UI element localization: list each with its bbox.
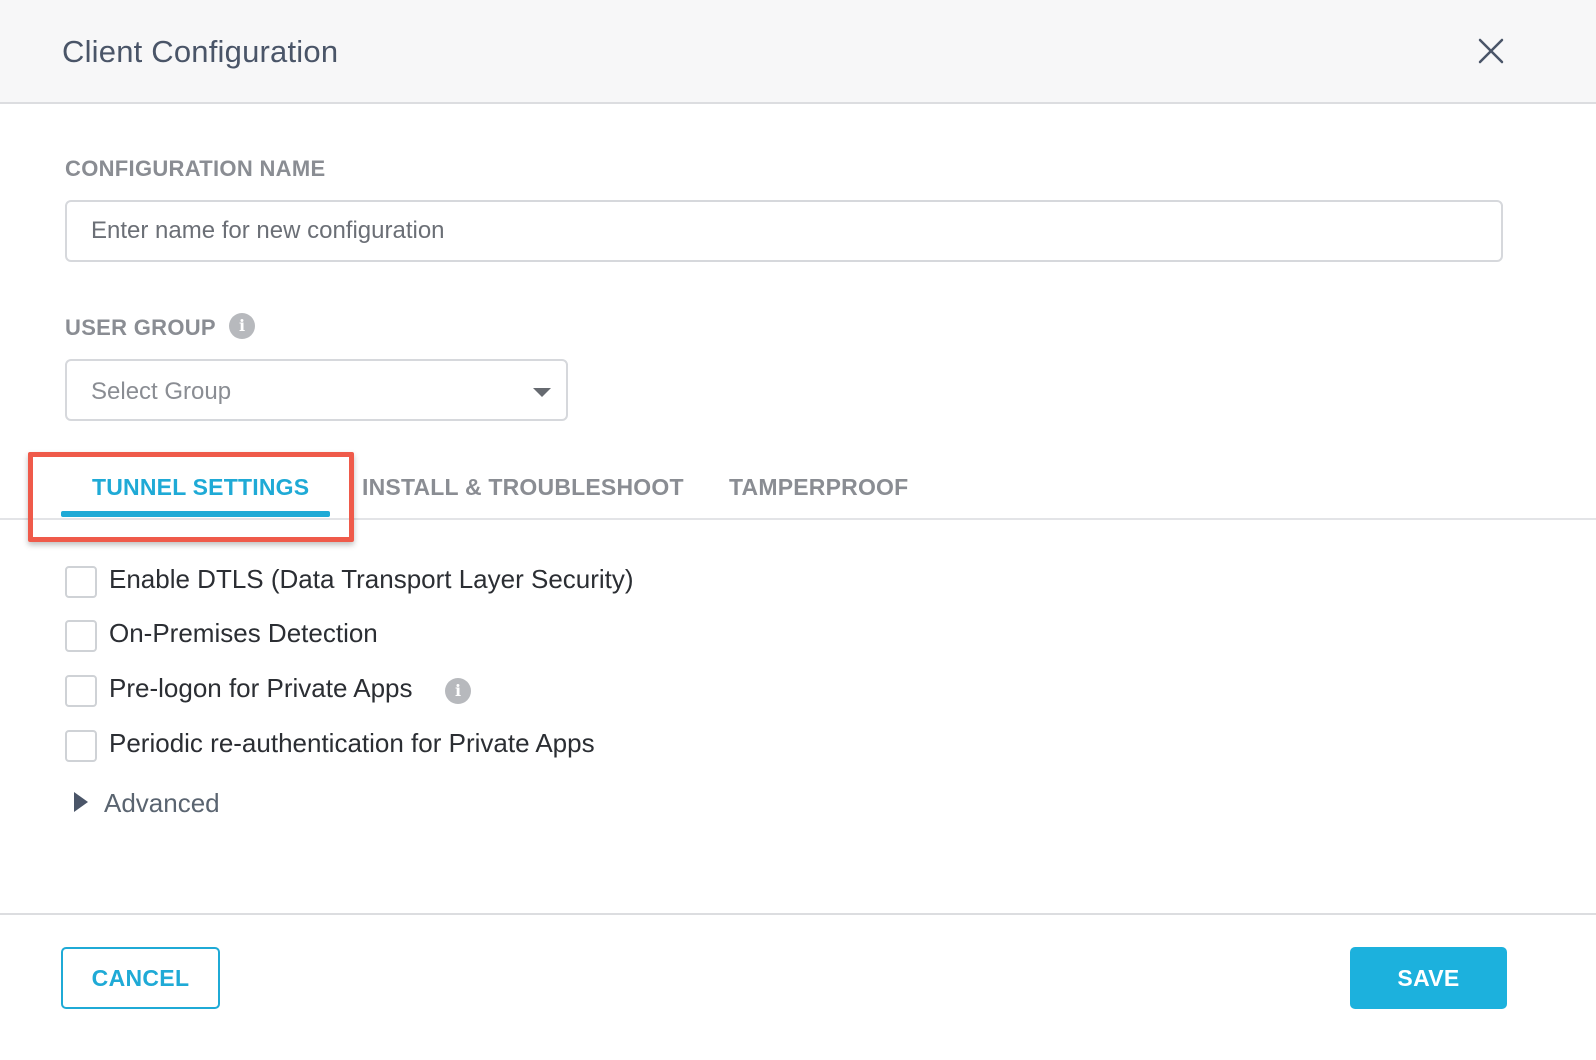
chevron-down-icon [533,388,551,397]
checkbox[interactable] [65,620,97,652]
dialog-title: Client Configuration [62,34,339,69]
close-icon [1478,38,1504,64]
info-icon[interactable]: i [445,678,471,704]
highlight-annotation-box [28,452,354,542]
user-group-label: USER GROUP [65,315,216,340]
tab-tamperproof[interactable]: TAMPERPROOF [729,474,908,501]
close-button[interactable] [1474,34,1508,68]
footer-divider [0,913,1596,915]
cancel-button[interactable]: CANCEL [61,947,220,1009]
save-button[interactable]: SAVE [1350,947,1507,1009]
user-group-select[interactable]: Select Group [65,359,568,421]
info-icon[interactable]: i [229,313,255,339]
tab-install-troubleshoot[interactable]: INSTALL & TROUBLESHOOT [362,474,684,501]
configuration-name-label: CONFIGURATION NAME [65,156,326,181]
caret-right-icon [74,792,88,812]
option-label: Pre-logon for Private Apps [109,673,413,703]
option-label: Periodic re-authentication for Private A… [109,728,595,758]
option-label: Enable DTLS (Data Transport Layer Securi… [109,564,634,594]
advanced-label: Advanced [104,788,220,818]
checkbox[interactable] [65,675,97,707]
user-group-select-value: Select Group [91,378,232,405]
option-label: On-Premises Detection [109,618,378,648]
checkbox[interactable] [65,730,97,762]
client-configuration-dialog: Client Configuration CONFIGURATION NAME … [0,0,1596,1060]
configuration-name-input[interactable] [65,200,1503,262]
dialog-header: Client Configuration [0,0,1596,104]
checkbox[interactable] [65,566,97,598]
